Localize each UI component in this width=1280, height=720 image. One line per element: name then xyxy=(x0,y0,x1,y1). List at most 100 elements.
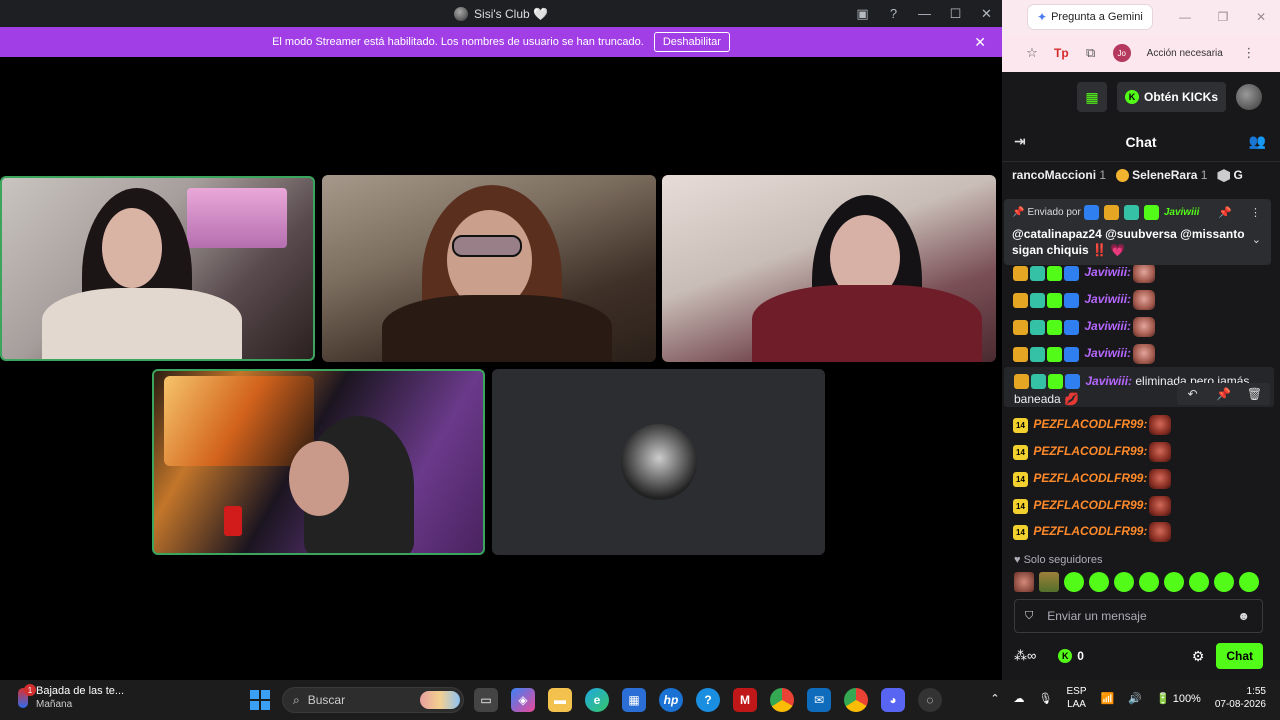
wifi-icon[interactable]: 📶 xyxy=(1101,692,1115,705)
pinned-sender[interactable]: Javiwiii xyxy=(1164,207,1200,218)
extensions-icon[interactable]: ⧉ xyxy=(1081,45,1101,61)
chat-username[interactable]: PEZFLACODLFR99: xyxy=(1033,444,1147,458)
video-tile-2[interactable] xyxy=(322,175,656,362)
gifter-1[interactable]: rancoMaccioni 1 xyxy=(1012,168,1106,182)
menu-icon[interactable]: ⋮ xyxy=(1239,45,1259,61)
profile-avatar[interactable]: Jo xyxy=(1112,44,1131,62)
emote-icon xyxy=(1149,522,1172,542)
gear-icon[interactable]: ⚙ xyxy=(1192,648,1205,665)
delete-icon[interactable]: 🗑 xyxy=(1239,383,1270,405)
help-app-icon[interactable]: ? xyxy=(696,688,720,712)
video-tile-3[interactable] xyxy=(662,175,996,362)
emote-icon[interactable] xyxy=(1214,572,1234,592)
unpin-icon[interactable]: 📌 xyxy=(1218,206,1232,219)
app-icon[interactable]: ◌ xyxy=(918,688,942,712)
chat-message[interactable]: 14 PEZFLACODLFR99: xyxy=(1013,442,1172,462)
chat-message[interactable]: Javiwiii: xyxy=(1013,317,1156,337)
video-tile-1[interactable] xyxy=(0,176,315,361)
chat-username[interactable]: PEZFLACODLFR99: xyxy=(1033,498,1147,512)
mcafee-icon[interactable]: M xyxy=(733,688,757,712)
channel-points-icon[interactable]: ⁂∞ xyxy=(1014,648,1036,664)
cloud-icon[interactable]: ☁ xyxy=(1014,692,1025,705)
emote-icon[interactable] xyxy=(1014,572,1034,592)
emote-icon[interactable] xyxy=(1064,572,1084,592)
chrome-icon[interactable] xyxy=(770,688,794,712)
pin-icon[interactable]: 📌 xyxy=(1208,383,1239,405)
chat-message[interactable]: Javiwiii: xyxy=(1013,263,1156,283)
chrome-profile-icon[interactable] xyxy=(844,688,868,712)
microphone-icon[interactable]: 🎙 xyxy=(1039,692,1053,705)
users-icon[interactable]: 👥 xyxy=(1249,133,1266,150)
start-button[interactable] xyxy=(250,690,270,710)
send-chat-button[interactable]: Chat xyxy=(1216,643,1263,669)
chat-message[interactable]: Javiwiii: xyxy=(1013,290,1156,310)
collapse-chat-icon[interactable]: ⇥ xyxy=(1014,133,1026,150)
emote-icon[interactable] xyxy=(1239,572,1259,592)
minimize-icon[interactable]: — xyxy=(909,6,940,21)
chat-username[interactable]: Javiwiii: xyxy=(1084,346,1131,360)
taskbar-search[interactable]: ⌕ Buscar xyxy=(282,687,464,713)
chat-message[interactable]: 14 PEZFLACODLFR99: xyxy=(1013,522,1172,542)
emote-icon[interactable] xyxy=(1089,572,1109,592)
chevron-up-icon[interactable]: ⌃ xyxy=(990,692,999,705)
store-icon[interactable]: ▦ xyxy=(622,688,646,712)
kick-balance[interactable]: K 0 xyxy=(1058,649,1084,663)
chat-username[interactable]: Javiwiii: xyxy=(1084,265,1131,279)
emote-icon[interactable] xyxy=(1039,572,1059,592)
gift-icon[interactable]: ▦ xyxy=(1076,82,1107,112)
video-tile-4[interactable] xyxy=(152,369,485,555)
chat-username[interactable]: PEZFLACODLFR99: xyxy=(1033,524,1147,538)
gemini-icon: ✦ xyxy=(1037,10,1048,24)
chat-username[interactable]: Javiwiii: xyxy=(1085,374,1132,388)
discord-icon[interactable]: ◕ xyxy=(881,688,905,712)
emoji-icon[interactable]: ☻ xyxy=(1237,609,1250,623)
task-view-icon[interactable]: ▭ xyxy=(474,688,498,712)
emote-icon[interactable] xyxy=(1139,572,1159,592)
chat-username[interactable]: Javiwiii: xyxy=(1084,292,1131,306)
chat-input[interactable]: ⛉ Enviar un mensaje ☻ xyxy=(1014,599,1263,633)
bookmark-star-icon[interactable]: ☆ xyxy=(1022,45,1042,61)
hovered-chat-message[interactable]: Javiwiii: eliminada pero jamás baneada 💋… xyxy=(1004,367,1274,407)
edge-icon[interactable]: e xyxy=(585,688,609,712)
emote-icon[interactable] xyxy=(1164,572,1184,592)
chat-username[interactable]: Javiwiii: xyxy=(1084,319,1131,333)
copilot-icon[interactable]: ◈ xyxy=(511,688,535,712)
restore-icon[interactable]: ❐ xyxy=(1204,10,1242,24)
chevron-down-icon[interactable]: ⌄ xyxy=(1252,233,1261,246)
extension-tp-icon[interactable]: Tp xyxy=(1054,46,1069,60)
chat-username[interactable]: PEZFLACODLFR99: xyxy=(1033,471,1147,485)
chat-message[interactable]: Javiwiii: xyxy=(1013,344,1156,364)
close-banner-icon[interactable]: ✕ xyxy=(974,34,986,51)
emote-icon[interactable] xyxy=(1114,572,1134,592)
video-tile-5[interactable] xyxy=(492,369,825,555)
gifter-2[interactable]: SeleneRara 1 xyxy=(1116,168,1207,183)
chat-message[interactable]: 14 PEZFLACODLFR99: xyxy=(1013,415,1172,435)
action-needed-button[interactable]: Acción necesaria xyxy=(1143,45,1227,62)
language-indicator[interactable]: ESP LAA xyxy=(1067,685,1087,711)
gifter-3[interactable]: G xyxy=(1217,168,1243,183)
minimize-icon[interactable]: — xyxy=(1166,10,1204,24)
clock[interactable]: 1:55 07-08-2026 xyxy=(1215,685,1266,711)
outlook-icon[interactable]: ✉ xyxy=(807,688,831,712)
volume-icon[interactable]: 🔊 xyxy=(1128,692,1142,705)
hp-icon[interactable]: hp xyxy=(659,688,683,712)
inbox-icon[interactable]: ▣ xyxy=(847,6,878,22)
close-icon[interactable]: ✕ xyxy=(1242,10,1280,24)
kick-coin-icon: K xyxy=(1124,90,1139,104)
gemini-button[interactable]: ✦ Pregunta a Gemini xyxy=(1028,5,1152,29)
help-icon[interactable]: ? xyxy=(878,6,909,21)
more-options-icon[interactable]: ⋮ xyxy=(1250,206,1261,219)
battery-indicator[interactable]: 🔋 100% xyxy=(1156,692,1201,705)
chat-username[interactable]: PEZFLACODLFR99: xyxy=(1033,417,1147,431)
get-kicks-button[interactable]: K Obtén KICKs xyxy=(1116,82,1226,112)
reply-icon[interactable]: ↶ xyxy=(1177,383,1208,405)
disable-streamer-button[interactable]: Deshabilitar xyxy=(653,32,730,52)
maximize-icon[interactable]: ☐ xyxy=(940,6,971,22)
user-avatar[interactable] xyxy=(1236,84,1262,110)
file-explorer-icon[interactable]: ▬ xyxy=(548,688,572,712)
chat-message[interactable]: 14 PEZFLACODLFR99: xyxy=(1013,496,1172,516)
close-icon[interactable]: ✕ xyxy=(971,6,1002,22)
emote-icon[interactable] xyxy=(1189,572,1209,592)
chat-message[interactable]: 14 PEZFLACODLFR99: xyxy=(1013,469,1172,489)
weather-widget[interactable]: 1 Bajada de las te... Mañana xyxy=(18,684,124,711)
